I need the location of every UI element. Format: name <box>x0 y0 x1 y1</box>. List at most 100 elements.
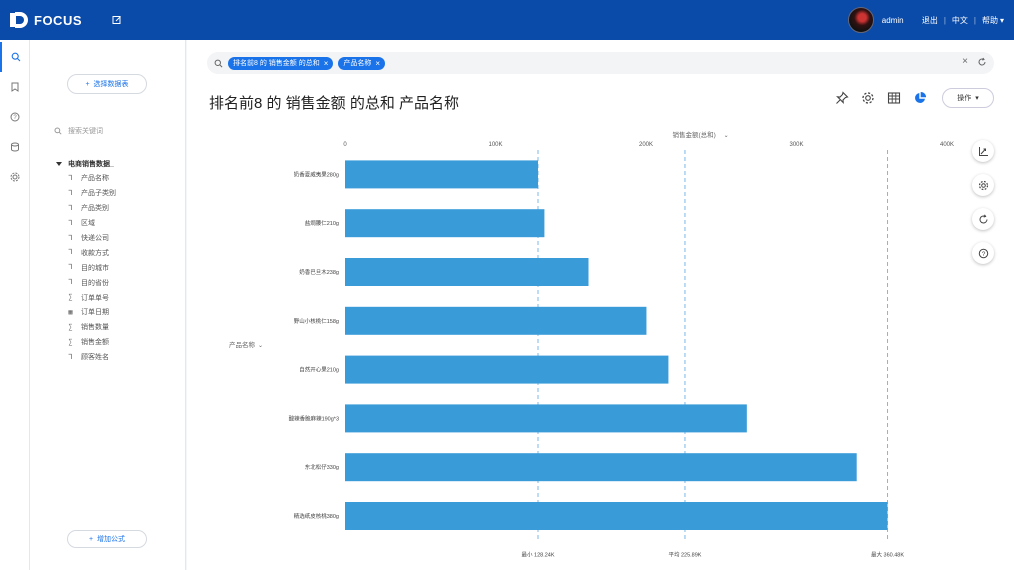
field-item[interactable]: Ꞁ 产品名称 <box>56 171 116 186</box>
field-list: Ꞁ 产品名称 Ꞁ 产品子类别 Ꞁ 产品类别 Ꞁ 区域 Ꞁ 快递公司 Ꞁ 收款方式 Ꞁ 目的城市 Ꞁ 目的省份 ∑… <box>56 171 116 365</box>
field-item[interactable]: Ꞁ 目的省份 <box>56 275 116 290</box>
field-item[interactable]: Ꞁ 产品子类别 <box>56 186 116 201</box>
bar[interactable] <box>345 355 669 384</box>
select-table-button[interactable]: + 选择数据表 <box>67 74 147 94</box>
category-label: 奶香巴旦木238g <box>299 268 339 276</box>
field-item[interactable]: ∑ 销售数量 <box>56 320 116 335</box>
x-axis-title[interactable]: 销售金额(总和) <box>672 130 715 139</box>
field-item[interactable]: ∑ 订单单号 <box>56 290 116 305</box>
bookmark-icon <box>11 82 19 92</box>
x-tick-label: 0 <box>343 142 347 148</box>
operations-label: 操作 <box>957 95 972 102</box>
field-label: 订单单号 <box>81 294 109 302</box>
x-tick-label: 300K <box>789 142 803 148</box>
pin-button[interactable] <box>834 90 850 106</box>
bar[interactable] <box>345 502 888 530</box>
field-item[interactable]: Ꞁ 产品类别 <box>56 201 116 216</box>
text-field-icon: Ꞁ <box>68 248 73 257</box>
table-node[interactable]: 电商销售数据_ <box>56 157 116 171</box>
close-icon[interactable]: × <box>375 59 380 68</box>
field-label: 顾客姓名 <box>81 354 109 362</box>
reference-line-label: 最大 360.48K <box>871 550 904 558</box>
table-icon <box>887 92 901 104</box>
field-label: 订单日期 <box>81 309 109 317</box>
table-view-button[interactable] <box>886 90 902 106</box>
refresh-icon[interactable] <box>977 57 987 67</box>
text-field-icon: Ꞁ <box>68 188 73 197</box>
rotate-button[interactable] <box>972 208 994 230</box>
query-chip[interactable]: 产品名称 × <box>338 56 386 70</box>
field-search-input[interactable]: 搜索关键词 <box>54 124 174 138</box>
chip-label: 排名前8 的 销售金额 的总和 <box>233 60 320 67</box>
pie-chart-icon <box>915 91 927 103</box>
avatar[interactable] <box>847 7 874 33</box>
chart-type-button[interactable] <box>912 90 928 106</box>
operations-dropdown[interactable]: 操作 ▾ <box>942 88 994 108</box>
edit-icon[interactable] <box>110 13 124 27</box>
bar[interactable] <box>345 160 539 189</box>
field-tree: 电商销售数据_ Ꞁ 产品名称 Ꞁ 产品子类别 Ꞁ 产品类别 Ꞁ 区域 Ꞁ 快递公司 Ꞁ 收款方式 Ꞁ 目的… <box>56 157 116 365</box>
reference-line-label: 最小 128.24K <box>521 550 554 558</box>
axis-button[interactable] <box>972 140 994 162</box>
app-logo[interactable]: FOCUS <box>10 11 82 29</box>
query-chip[interactable]: 排名前8 的 销售金额 的总和 × <box>228 56 334 70</box>
rail-database[interactable] <box>0 132 30 162</box>
pin-icon <box>836 91 849 104</box>
category-label: 酸辣香脆麻辣190g*3 <box>289 414 339 422</box>
settings-button[interactable] <box>972 174 994 196</box>
y-axis-title[interactable]: 产品名称 <box>229 340 256 349</box>
search-bar[interactable]: 排名前8 的 销售金额 的总和 × 产品名称 × × <box>207 52 994 74</box>
close-icon[interactable]: × <box>324 59 329 68</box>
rotate-icon <box>979 214 987 223</box>
username[interactable]: admin <box>882 16 904 25</box>
bar[interactable] <box>345 209 545 238</box>
bar[interactable] <box>345 453 857 482</box>
field-item[interactable]: ▦ 订单日期 <box>56 305 116 320</box>
nav-rail: ? <box>0 40 30 570</box>
expand-icon[interactable] <box>56 162 62 166</box>
plus-icon: + <box>88 535 94 543</box>
help-button[interactable]: ? <box>972 242 994 264</box>
category-label: 东北松仔330g <box>305 463 339 471</box>
gear-icon <box>862 92 874 104</box>
bar[interactable] <box>345 306 647 335</box>
clear-icon[interactable]: × <box>962 56 968 67</box>
field-label: 销售数量 <box>81 324 109 332</box>
rail-bookmark[interactable] <box>0 72 30 102</box>
chevron-down-icon[interactable]: ⌄ <box>258 343 263 349</box>
bar[interactable] <box>345 258 589 286</box>
rail-help[interactable]: ? <box>0 102 30 132</box>
gear-icon <box>978 180 988 190</box>
data-panel: + 选择数据表 搜索关键词 电商销售数据_ Ꞁ 产品名称 Ꞁ 产品子类别 Ꞁ 产品类别 Ꞁ 区… <box>30 40 186 570</box>
chart-settings-button[interactable] <box>860 90 876 106</box>
field-label: 销售金额 <box>81 339 109 347</box>
text-field-icon: Ꞁ <box>68 278 73 287</box>
search-icon <box>54 127 62 135</box>
field-item[interactable]: Ꞁ 区域 <box>56 216 116 231</box>
logout-link[interactable]: 退出 <box>922 15 938 26</box>
gear-icon <box>10 172 20 182</box>
top-bar: FOCUS admin 退出 | 中文 | 帮助 ▾ <box>0 0 1014 40</box>
add-formula-button[interactable]: + 增加公式 <box>67 530 147 548</box>
category-label: 野山小核桃仁158g <box>294 317 339 325</box>
category-label: 精选纸皮核桃380g <box>294 512 339 520</box>
field-item[interactable]: Ꞁ 收款方式 <box>56 245 116 260</box>
rail-settings[interactable] <box>0 162 30 192</box>
language-switch[interactable]: 中文 <box>952 15 968 26</box>
bar[interactable] <box>345 404 747 433</box>
rail-search[interactable] <box>0 42 30 72</box>
user-area: admin 退出 | 中文 | 帮助 ▾ <box>847 0 1004 40</box>
field-item[interactable]: Ꞁ 快递公司 <box>56 231 116 246</box>
chevron-down-icon[interactable]: ⌄ <box>724 133 729 139</box>
database-icon <box>11 142 19 152</box>
x-tick-label: 400K <box>940 142 954 148</box>
text-field-icon: Ꞁ <box>68 173 73 182</box>
help-chevron-icon[interactable]: ▾ <box>1000 16 1004 25</box>
field-item[interactable]: Ꞁ 目的城市 <box>56 260 116 275</box>
help-link[interactable]: 帮助 <box>982 15 998 26</box>
field-item[interactable]: Ꞁ 顾客姓名 <box>56 350 116 365</box>
select-table-label: 选择数据表 <box>93 81 129 88</box>
field-label: 产品子类别 <box>81 190 116 198</box>
field-item[interactable]: ∑ 销售金额 <box>56 335 116 350</box>
search-icon <box>214 59 223 67</box>
